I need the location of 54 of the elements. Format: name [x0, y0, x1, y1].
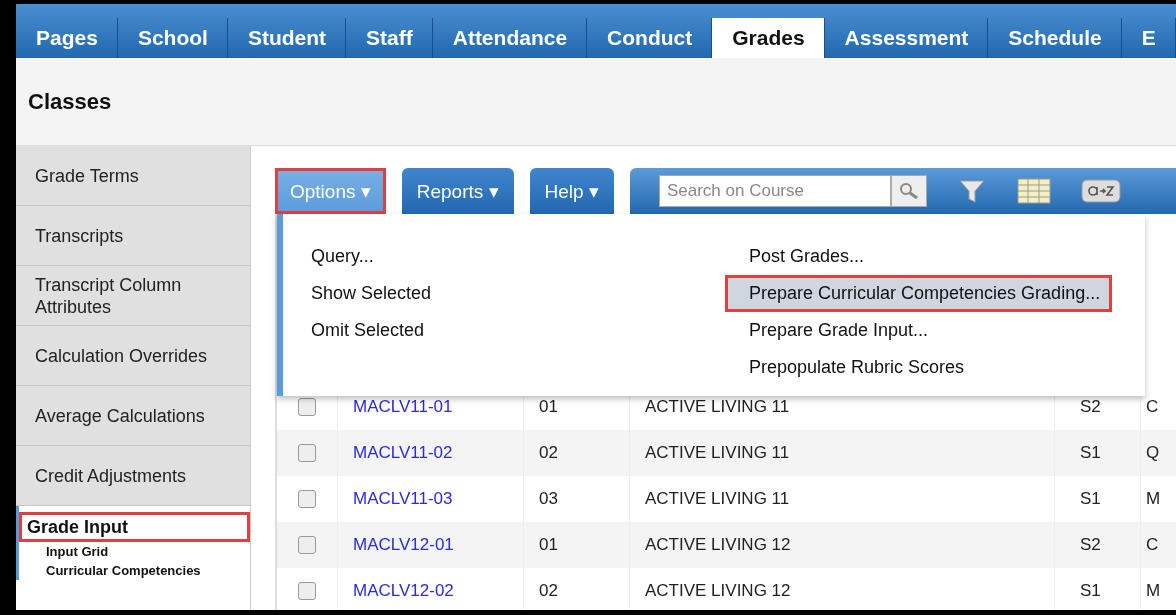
sidebar-item[interactable]: Grade Input — [19, 512, 250, 542]
sidebar-item[interactable]: Transcripts — [16, 206, 250, 266]
row-checkbox[interactable] — [298, 444, 316, 462]
sidebar-item[interactable]: Average Calculations — [16, 386, 250, 446]
sidebar-item[interactable]: Calculation Overrides — [16, 326, 250, 386]
menu-button[interactable]: Help ▾ — [529, 168, 614, 214]
row-checkbox[interactable] — [298, 398, 316, 416]
table-cell: ACTIVE LIVING 11 — [645, 489, 790, 509]
row-checkbox[interactable] — [298, 490, 316, 508]
table-cell: C — [1146, 535, 1159, 555]
menu-item[interactable]: Prepare Grade Input... — [741, 312, 1113, 349]
course-link[interactable]: MACLV11-02 — [353, 443, 453, 463]
menu-item[interactable]: Query... — [303, 238, 741, 275]
table-cell: S1 — [1080, 443, 1101, 463]
page-title: Classes — [28, 88, 112, 115]
table-cell: ACTIVE LIVING 12 — [645, 535, 791, 555]
table-cell: S1 — [1080, 489, 1101, 509]
course-link[interactable]: MACLV12-02 — [353, 581, 454, 601]
course-link[interactable]: MACLV11-01 — [353, 397, 453, 417]
table-cell: C — [1146, 397, 1159, 417]
table-cell: 01 — [539, 535, 558, 555]
sidebar-item[interactable]: Transcript Column Attributes — [16, 266, 250, 326]
menu-button[interactable]: Reports ▾ — [401, 168, 514, 214]
table-cell: 02 — [539, 581, 558, 601]
row-checkbox[interactable] — [298, 582, 316, 600]
table-cell: S1 — [1080, 581, 1101, 601]
sidebar-item[interactable]: Grade Terms — [16, 146, 250, 206]
table-cell: S2 — [1080, 397, 1101, 417]
table-cell: ACTIVE LIVING 12 — [645, 581, 791, 601]
menu-item[interactable]: Post Grades... — [741, 238, 1113, 275]
table-cell: ACTIVE LIVING 11 — [645, 397, 790, 417]
row-checkbox[interactable] — [298, 536, 316, 554]
menu-item[interactable]: Omit Selected — [303, 312, 741, 349]
sidebar-item[interactable]: Credit Adjustments — [16, 446, 250, 506]
menu-item[interactable]: Prepare Curricular Competencies Grading... — [725, 275, 1113, 312]
search-button[interactable] — [890, 175, 927, 207]
table-cell: M — [1146, 581, 1161, 601]
table-cell: 02 — [539, 443, 558, 463]
sidebar-subitem[interactable]: Input Grid — [19, 542, 250, 561]
table-cell: S2 — [1080, 535, 1101, 555]
table-cell: 01 — [539, 397, 558, 417]
search-icon — [897, 182, 920, 200]
nav-tab[interactable]: Grades — [712, 18, 825, 58]
sort-icon[interactable] — [1080, 178, 1121, 204]
search-field[interactable]: Search on Course — [658, 175, 891, 207]
table-cell: 03 — [539, 489, 558, 509]
table-cell: M — [1146, 489, 1161, 509]
sidebar-subitem[interactable]: Curricular Competencies — [19, 561, 250, 580]
menu-item[interactable]: Prepopulate Rubric Scores — [741, 349, 1113, 386]
table-cell: Q — [1146, 443, 1160, 463]
course-link[interactable]: MACLV12-01 — [353, 535, 454, 555]
course-link[interactable]: MACLV11-03 — [353, 489, 453, 509]
table-icon[interactable] — [1016, 177, 1051, 205]
table-cell: ACTIVE LIVING 11 — [645, 443, 790, 463]
